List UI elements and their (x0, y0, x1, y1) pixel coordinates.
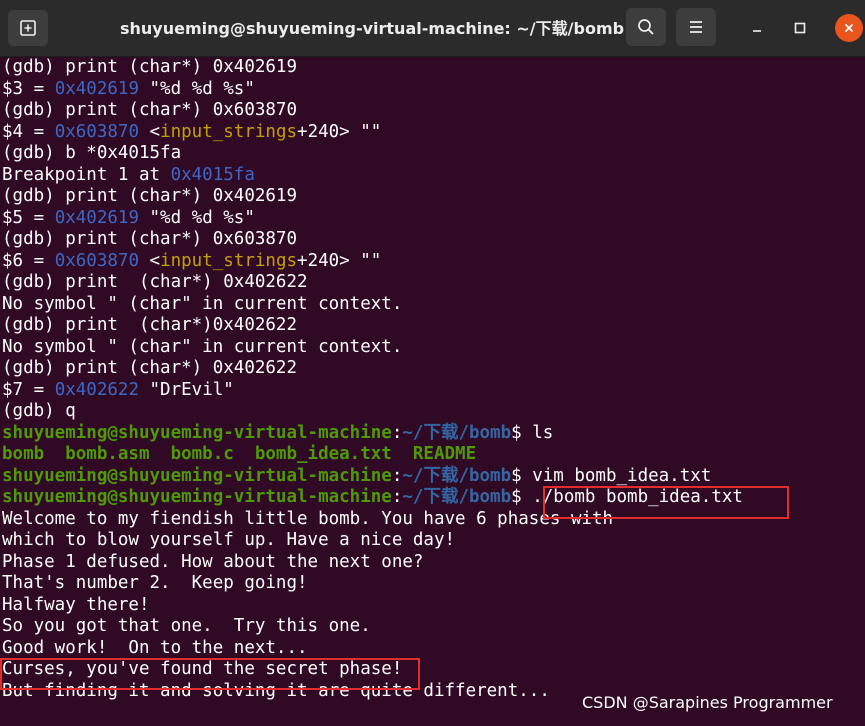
terminal-text: Breakpoint 1 at (2, 164, 171, 185)
search-icon (638, 19, 654, 35)
minimize-icon (753, 30, 761, 32)
terminal-text: input_strings (160, 250, 298, 271)
terminal-text: (gdb) print (char*)0x402622 (2, 315, 298, 335)
terminal-text: No symbol " (char" in current context. (2, 293, 403, 314)
terminal-text: (gdb) print (char*) 0x603870 (2, 100, 298, 120)
terminal-text: bomb bomb.asm bomb.c bomb_idea.txt READM… (2, 444, 477, 464)
terminal-text: input_strings (160, 121, 298, 142)
terminal-text: < (138, 250, 161, 271)
terminal-text: 0x402619 (54, 207, 139, 228)
terminal-text: 0x603870 (54, 121, 139, 142)
terminal-text: Halfway there! (2, 594, 150, 615)
terminal-text: ~/下载/bomb (402, 422, 512, 443)
terminal-text: That's number 2. Keep going! (2, 573, 308, 593)
terminal-line: shuyueming@shuyueming-virtual-machine:~/… (0, 466, 865, 488)
terminal-text: 0x603870 (54, 250, 139, 271)
terminal-text: +240> "" (297, 121, 382, 142)
terminal-text: (gdb) print (char*) 0x402622 (2, 272, 308, 292)
terminal-text: which to blow yourself up. Have a nice d… (2, 530, 456, 550)
terminal-text: (gdb) print (char*) 0x402619 (2, 186, 298, 206)
terminal-line: So you got that one. Try this one. (0, 616, 865, 638)
terminal-line: (gdb) b *0x4015fa (0, 143, 865, 165)
maximize-icon (794, 22, 806, 34)
terminal-line: No symbol " (char" in current context. (0, 337, 865, 359)
terminal-line: That's number 2. Keep going! (0, 573, 865, 595)
terminal-text: 0x402622 (54, 379, 139, 400)
terminal-text: +240> "" (297, 250, 382, 271)
terminal-text: So you got that one. Try this one. (2, 616, 371, 636)
terminal-line: No symbol " (char" in current context. (0, 294, 865, 316)
terminal-line: Good work! On to the next... (0, 638, 865, 660)
terminal-output[interactable]: (gdb) print (char*) 0x402619 $3 = 0x40261… (0, 57, 865, 726)
terminal-text: $4 = (2, 121, 55, 142)
terminal-text: $ ls (511, 422, 554, 443)
terminal-text: $3 = (2, 78, 55, 99)
terminal-line: which to blow yourself up. Have a nice d… (0, 530, 865, 552)
search-button[interactable] (626, 8, 666, 46)
terminal-line: Phase 1 defused. How about the next one? (0, 552, 865, 574)
terminal-line: $7 = 0x402622 "DrEvil" (0, 380, 865, 402)
terminal-line: $5 = 0x402619 "%d %d %s" (0, 208, 865, 230)
terminal-line: (gdb) print (char*) 0x402622 (0, 358, 865, 380)
terminal-text: "%d %d %s" (138, 207, 255, 228)
minimize-button[interactable] (743, 14, 771, 42)
terminal-text: (gdb) b *0x4015fa (2, 143, 182, 163)
terminal-text: "DrEvil" (138, 379, 234, 400)
terminal-text: $6 = (2, 250, 55, 271)
terminal-text: shuyueming@shuyueming-virtual-machine (2, 422, 392, 443)
terminal-line: Halfway there! (0, 595, 865, 617)
terminal-text: shuyueming@shuyueming-virtual-machine (2, 465, 392, 486)
terminal-text: "%d %d %s" (138, 78, 255, 99)
terminal-line: (gdb) print (char*) 0x603870 (0, 229, 865, 251)
terminal-line: (gdb) q (0, 401, 865, 423)
terminal-text: (gdb) print (char*) 0x603870 (2, 229, 298, 249)
terminal-line: (gdb) print (char*)0x402622 (0, 315, 865, 337)
terminal-text: $ vim bomb_idea.txt (511, 465, 712, 486)
terminal-line: (gdb) print (char*) 0x603870 (0, 100, 865, 122)
new-tab-button[interactable] (8, 10, 48, 46)
terminal-line: $6 = 0x603870 <input_strings+240> "" (0, 251, 865, 273)
highlight-box-secret-phase (0, 658, 420, 690)
terminal-text: ~/下载/bomb (402, 487, 512, 507)
terminal-text: Phase 1 defused. How about the next one? (2, 551, 424, 572)
terminal-line: (gdb) print (char*) 0x402619 (0, 57, 865, 79)
menu-button[interactable] (676, 8, 716, 46)
terminal-text: < (138, 121, 161, 142)
terminal-text: shuyueming@shuyueming-virtual-machine (2, 487, 392, 507)
terminal-text: : (391, 465, 403, 486)
watermark: CSDN @Sarapines Programmer (582, 693, 833, 712)
terminal-text: (gdb) print (char*) 0x402619 (2, 57, 298, 77)
terminal-text: (gdb) q (2, 401, 76, 421)
terminal-text: 0x402619 (54, 78, 139, 99)
terminal-line: $3 = 0x402619 "%d %d %s" (0, 79, 865, 101)
terminal-text: Welcome to my fiendish little bomb. You … (2, 508, 614, 529)
hamburger-menu-icon (690, 21, 702, 33)
terminal-line: shuyueming@shuyueming-virtual-machine:~/… (0, 423, 865, 445)
terminal-line: $4 = 0x603870 <input_strings+240> "" (0, 122, 865, 144)
terminal-line: (gdb) print (char*) 0x402622 (0, 272, 865, 294)
maximize-button[interactable] (786, 14, 814, 42)
title-bar: shuyueming@shuyueming-virtual-machine: ~… (0, 0, 865, 57)
terminal-text: : (391, 422, 403, 443)
highlight-box-command (543, 486, 789, 519)
close-button[interactable] (835, 14, 863, 42)
terminal-text: No symbol " (char" in current context. (2, 336, 403, 357)
terminal-text: Good work! On to the next... (2, 637, 308, 658)
terminal-text: 0x4015fa (170, 164, 255, 185)
terminal-text: $5 = (2, 207, 55, 228)
terminal-line: bomb bomb.asm bomb.c bomb_idea.txt READM… (0, 444, 865, 466)
terminal-text: : (391, 487, 403, 507)
terminal-line: Breakpoint 1 at 0x4015fa (0, 165, 865, 187)
close-icon (844, 23, 854, 33)
terminal-text: $7 = (2, 379, 55, 400)
window-title: shuyueming@shuyueming-virtual-machine: ~… (120, 19, 625, 38)
terminal-line: (gdb) print (char*) 0x402619 (0, 186, 865, 208)
terminal-text: (gdb) print (char*) 0x402622 (2, 358, 298, 378)
terminal-text: ~/下载/bomb (402, 465, 512, 486)
new-tab-icon (20, 20, 36, 36)
